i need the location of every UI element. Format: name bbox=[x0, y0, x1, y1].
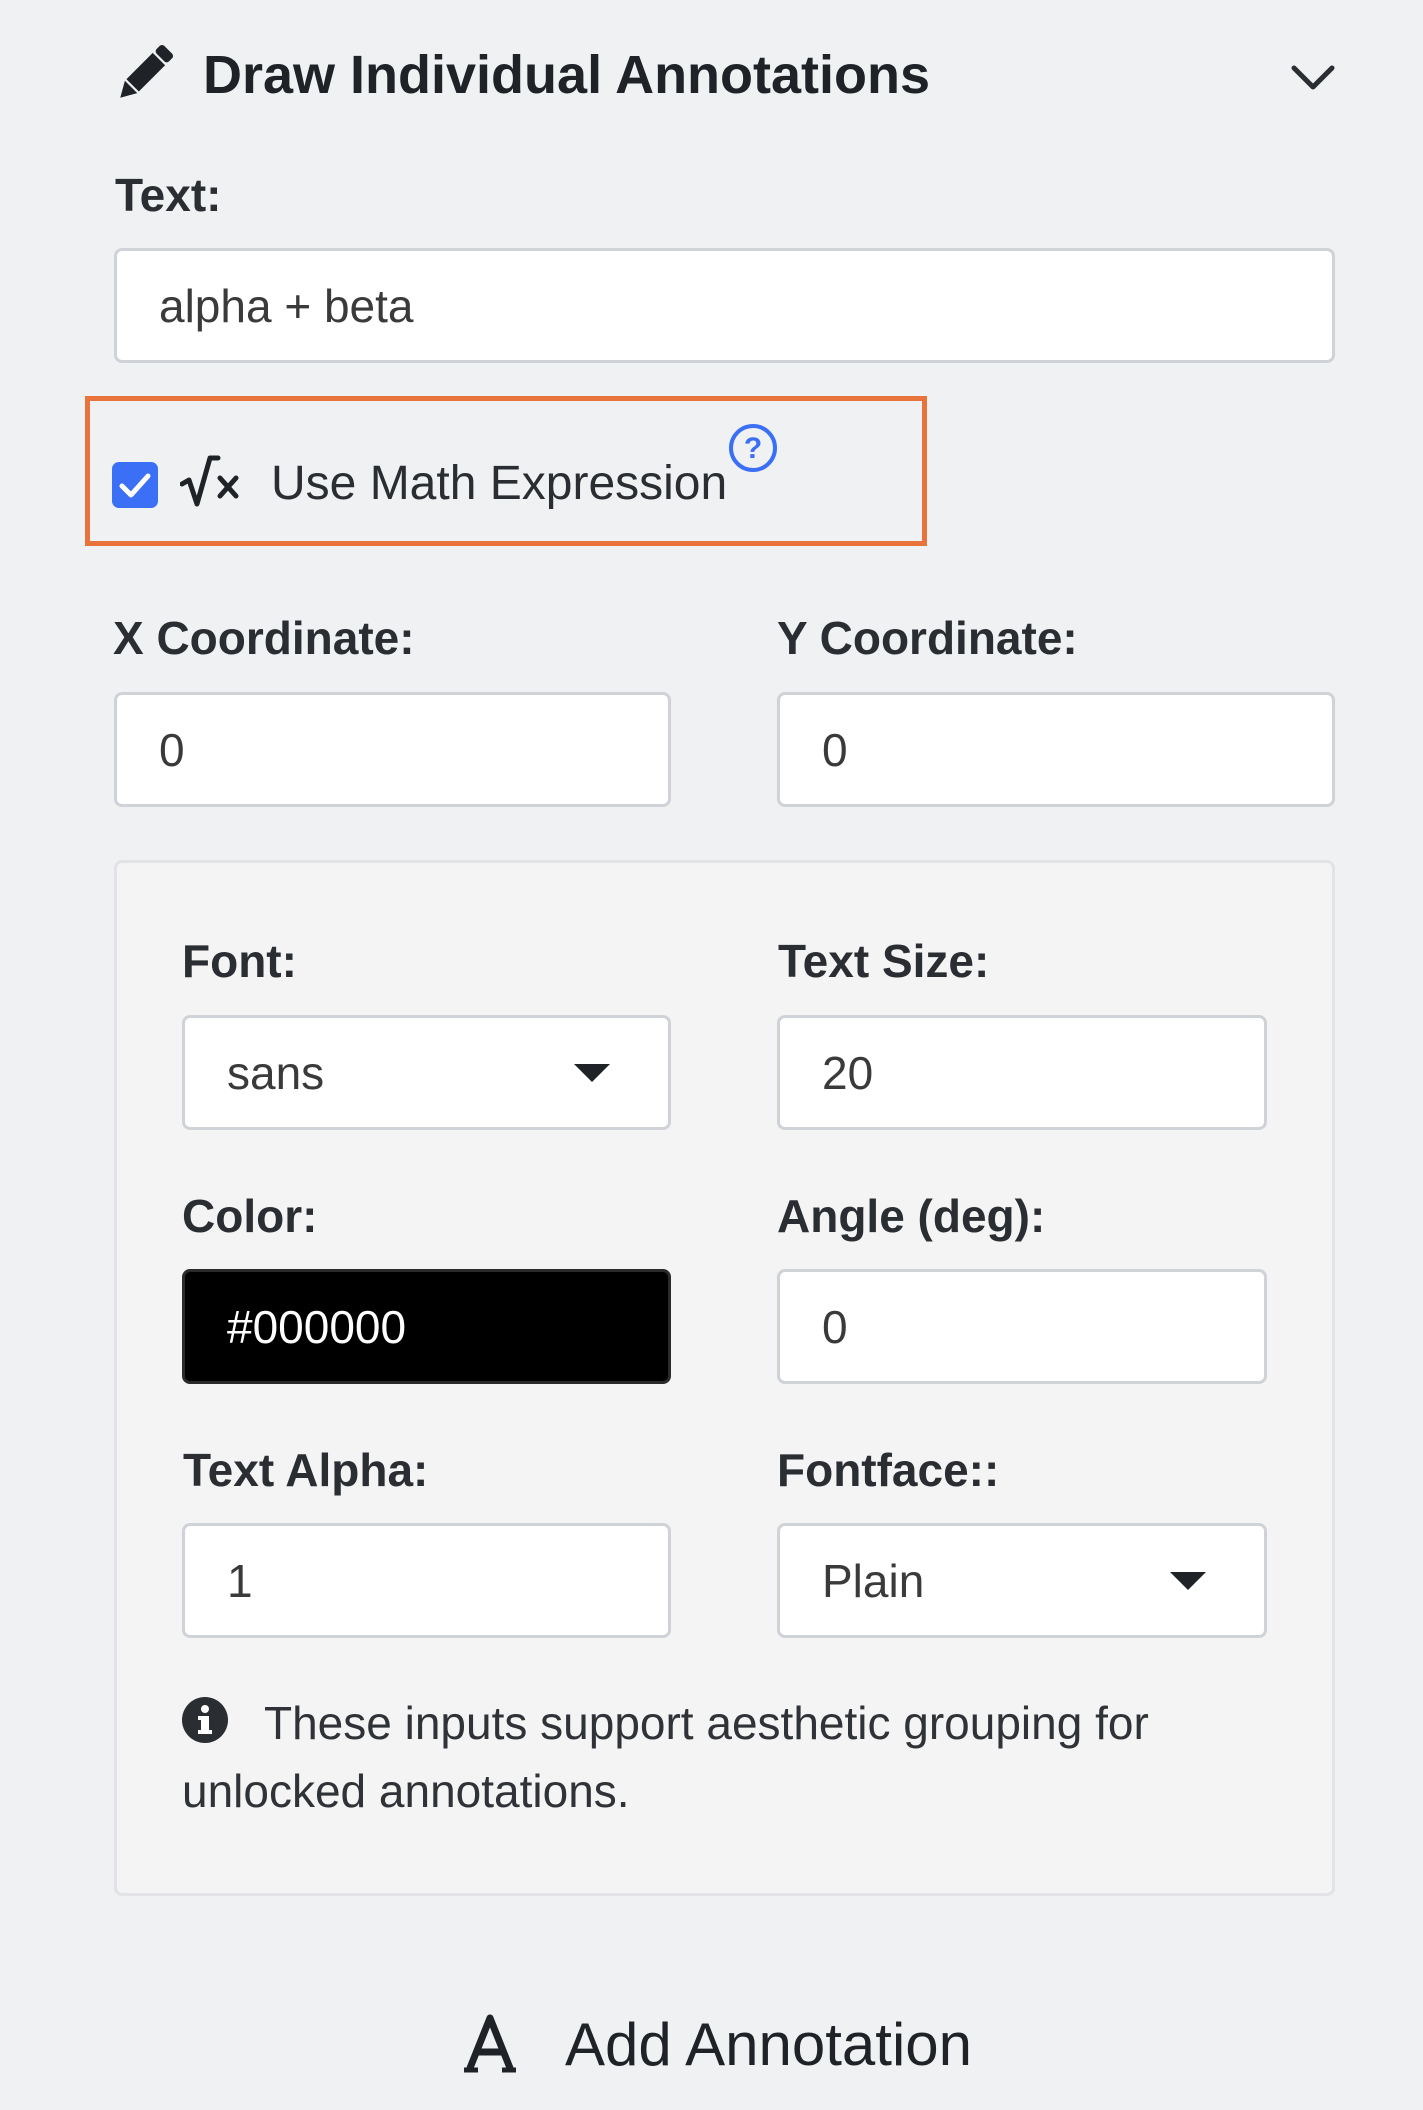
fontface-label: Fontface:: bbox=[777, 1444, 1000, 1496]
font-label: Font: bbox=[182, 935, 297, 987]
section-title: Draw Individual Annotations bbox=[203, 45, 931, 105]
text-size-value: 20 bbox=[822, 1046, 874, 1099]
x-coordinate-input[interactable]: 0 bbox=[114, 692, 671, 807]
info-text-line-2: unlocked annotations. bbox=[182, 1765, 630, 1817]
x-coordinate-label: X Coordinate: bbox=[113, 612, 415, 664]
font-select[interactable]: sans bbox=[182, 1015, 671, 1130]
text-size-label: Text Size: bbox=[778, 935, 990, 987]
caret-down-icon bbox=[1170, 1571, 1206, 1590]
font-select-value: sans bbox=[227, 1046, 325, 1099]
text-alpha-input[interactable]: 1 bbox=[182, 1523, 671, 1638]
angle-value: 0 bbox=[822, 1300, 848, 1353]
text-a-icon bbox=[464, 2014, 516, 2073]
math-expression-label[interactable]: Use Math Expression bbox=[271, 454, 727, 514]
y-coordinate-label: Y Coordinate: bbox=[777, 612, 1078, 664]
y-coordinate-value: 0 bbox=[822, 723, 848, 776]
add-annotation-label[interactable]: Add Annotation bbox=[565, 2010, 972, 2080]
text-alpha-label: Text Alpha: bbox=[183, 1444, 429, 1496]
text-label: Text: bbox=[115, 169, 222, 221]
question-circle-icon[interactable]: ? bbox=[727, 422, 779, 474]
text-size-input[interactable]: 20 bbox=[777, 1015, 1267, 1130]
svg-text:?: ? bbox=[744, 432, 762, 465]
checkmark-icon bbox=[119, 473, 151, 498]
chevron-down-icon[interactable] bbox=[1288, 58, 1338, 98]
color-value: #000000 bbox=[227, 1300, 407, 1353]
caret-down-icon bbox=[574, 1063, 610, 1082]
y-coordinate-input[interactable]: 0 bbox=[777, 692, 1335, 807]
color-picker-input[interactable]: #000000 bbox=[182, 1269, 671, 1384]
fontface-select[interactable]: Plain bbox=[777, 1523, 1267, 1638]
math-expression-checkbox[interactable] bbox=[112, 462, 158, 508]
color-label: Color: bbox=[182, 1190, 318, 1242]
info-circle-icon bbox=[182, 1697, 228, 1743]
x-coordinate-value: 0 bbox=[159, 723, 185, 776]
angle-input[interactable]: 0 bbox=[777, 1269, 1267, 1384]
text-alpha-value: 1 bbox=[227, 1554, 253, 1607]
fontface-select-value: Plain bbox=[822, 1554, 925, 1607]
square-root-icon bbox=[180, 455, 239, 507]
info-text-line-1: These inputs support aesthetic grouping … bbox=[264, 1697, 1149, 1749]
annotation-text-input[interactable]: alpha + beta bbox=[114, 248, 1335, 363]
pencil-icon bbox=[120, 44, 174, 98]
angle-label: Angle (deg): bbox=[777, 1190, 1046, 1242]
annotation-text-value: alpha + beta bbox=[159, 279, 414, 332]
